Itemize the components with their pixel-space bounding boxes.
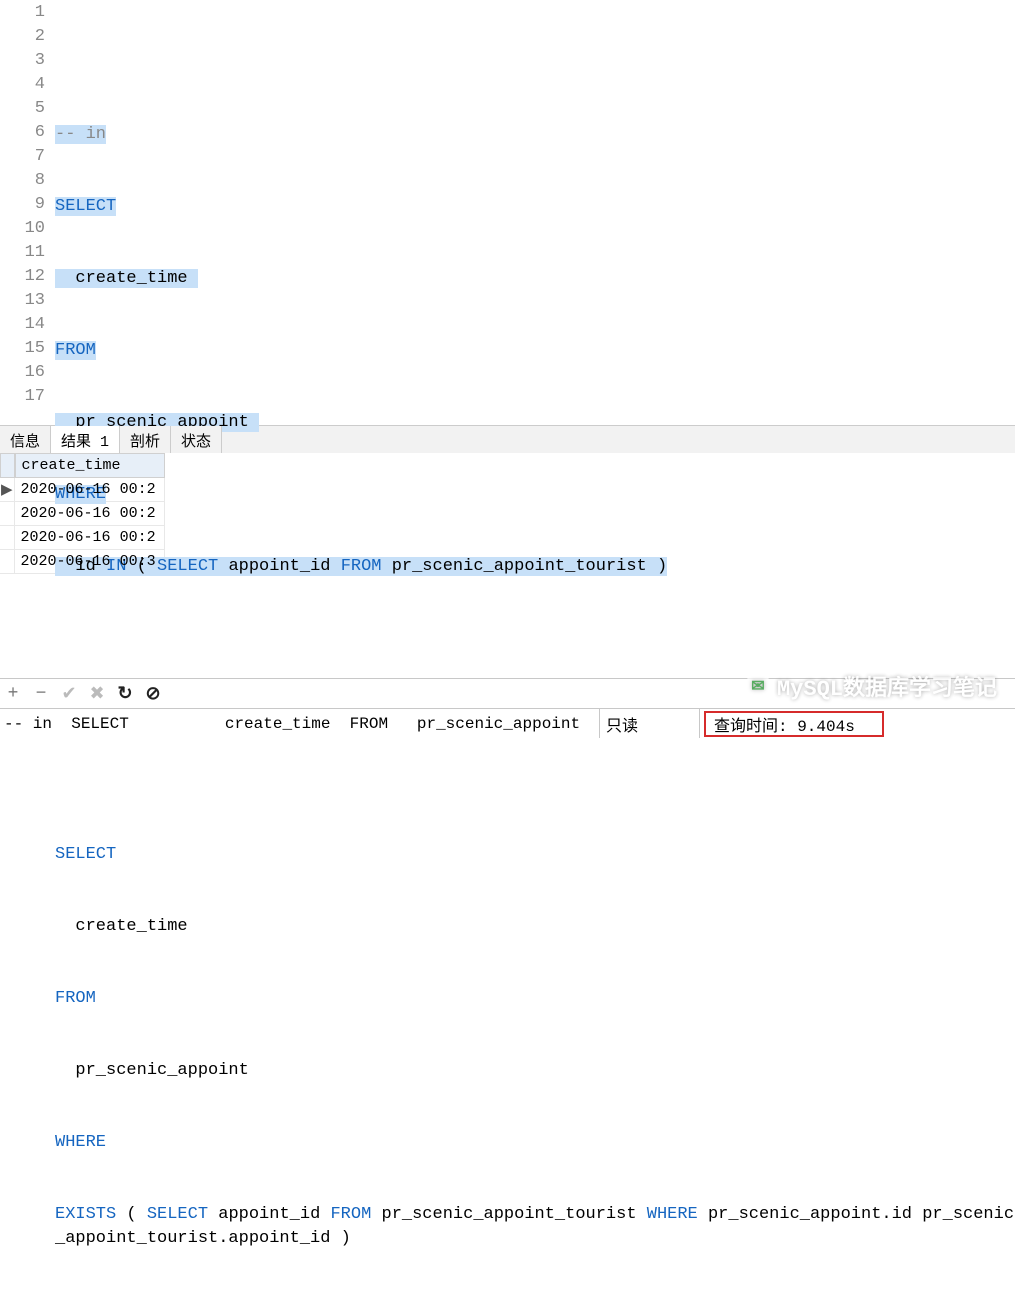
line-number: 4: [0, 75, 55, 99]
line-number: 13: [0, 291, 55, 315]
line-number: 6: [0, 123, 55, 147]
line-number: 5: [0, 99, 55, 123]
apply-button[interactable]: ✔: [60, 683, 78, 705]
code-keyword: WHERE: [55, 1133, 106, 1152]
line-number: 7: [0, 147, 55, 171]
current-row-marker-icon: ▶: [0, 478, 15, 502]
line-number: 8: [0, 171, 55, 195]
code-comment: -- in: [55, 125, 106, 144]
code-keyword: SELECT: [147, 1205, 208, 1224]
code-keyword: FROM: [330, 1205, 371, 1224]
delete-record-button[interactable]: −: [32, 684, 50, 704]
code-keyword: WHERE: [647, 1205, 698, 1224]
line-number: 15: [0, 339, 55, 363]
sql-editor[interactable]: 1 2 3 4 5 6 7 8 9 10 11 12 13 14 15 16 1…: [0, 0, 1015, 425]
watermark-text: MySQL数据库学习笔记: [777, 670, 997, 702]
watermark: ✉ MySQL数据库学习笔记: [745, 670, 997, 702]
code-keyword: EXISTS: [55, 1205, 116, 1224]
code-identifier: pr_scenic_appoint.id: [708, 1205, 912, 1224]
status-sql-preview: -- in SELECT create_time FROM pr_scenic_…: [0, 709, 600, 738]
tab-profile[interactable]: 剖析: [120, 426, 171, 453]
cancel-button[interactable]: ✖: [88, 683, 106, 705]
refresh-icon[interactable]: ↻: [116, 683, 134, 705]
line-number: 16: [0, 363, 55, 387]
line-number: 3: [0, 51, 55, 75]
code-identifier: pr_scenic_appoint: [75, 1061, 248, 1080]
stop-icon[interactable]: ⊘: [144, 683, 162, 705]
code-area[interactable]: -- in SELECT create_time FROM pr_scenic_…: [55, 0, 1015, 425]
code-identifier: create_time: [75, 917, 187, 936]
code-identifier: pr_scenic_appoint_tourist: [392, 557, 647, 576]
wechat-icon: ✉: [745, 673, 771, 699]
line-number: 12: [0, 267, 55, 291]
line-number: 11: [0, 243, 55, 267]
tab-result-1[interactable]: 结果 1: [51, 426, 120, 453]
code-identifier: appoint_id: [218, 1205, 320, 1224]
status-readonly: 只读: [600, 709, 700, 738]
line-number: 2: [0, 27, 55, 51]
tab-status[interactable]: 状态: [171, 426, 222, 453]
line-number: 1: [0, 3, 55, 27]
code-keyword: SELECT: [157, 557, 218, 576]
code-identifier: appoint_id: [228, 557, 330, 576]
code-keyword: SELECT: [55, 197, 116, 216]
status-query-time: 查询时间: 9.404s: [704, 711, 884, 737]
line-number: 10: [0, 219, 55, 243]
line-gutter: 1 2 3 4 5 6 7 8 9 10 11 12 13 14 15 16 1…: [0, 0, 55, 425]
add-record-button[interactable]: +: [4, 684, 22, 704]
code-keyword: FROM: [55, 341, 96, 360]
tab-info[interactable]: 信息: [0, 426, 51, 453]
code-identifier: pr_scenic_appoint_tourist: [382, 1205, 637, 1224]
line-number: 9: [0, 195, 55, 219]
line-number: 17: [0, 387, 55, 411]
code-identifier: create_time: [75, 269, 187, 288]
code-keyword: FROM: [341, 557, 382, 576]
code-keyword: SELECT: [55, 845, 116, 864]
row-marker-header: [0, 453, 15, 478]
line-number: 14: [0, 315, 55, 339]
status-bar: -- in SELECT create_time FROM pr_scenic_…: [0, 708, 1015, 738]
code-keyword: FROM: [55, 989, 96, 1008]
